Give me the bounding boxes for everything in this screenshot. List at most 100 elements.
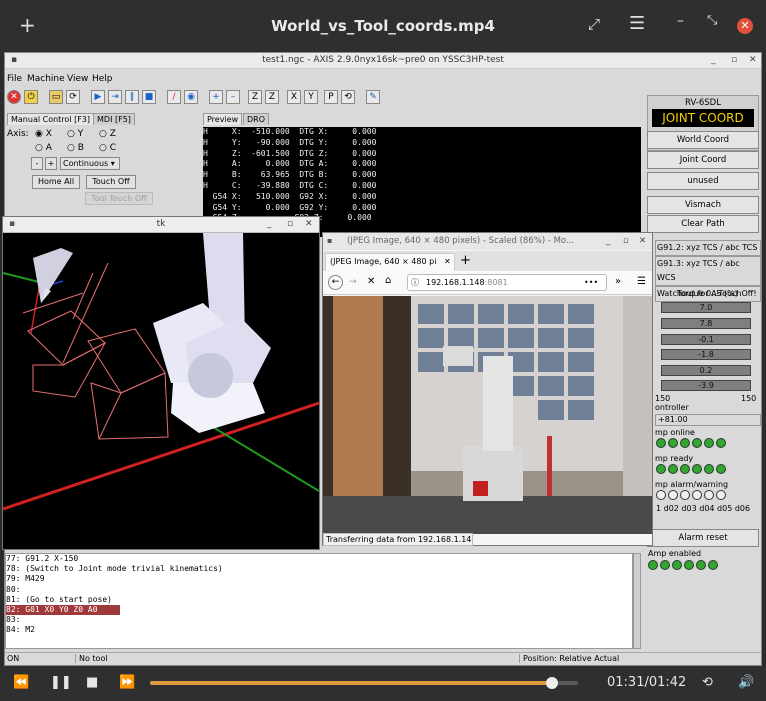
stop-icon[interactable]: ■ [142, 90, 156, 104]
restore-icon[interactable]: ⤡ [707, 13, 717, 28]
joint-coord-button[interactable]: Joint Coord [647, 151, 759, 169]
ff-window-menu-icon[interactable]: ▪ [327, 236, 332, 245]
loop-icon[interactable]: ⟲ [702, 675, 713, 690]
menu-help[interactable]: Help [92, 74, 113, 84]
menu-icon[interactable]: ☰ [629, 13, 645, 34]
rotate-view-icon[interactable]: ⟲ [341, 90, 355, 104]
page-actions-icon[interactable]: ••• [584, 275, 598, 290]
gcode-line[interactable]: 77: G91.2 X-150 [6, 554, 632, 564]
home-icon[interactable]: ⌂ [385, 275, 391, 286]
clear-plot-icon[interactable]: ✎ [366, 90, 380, 104]
stop-loading-icon[interactable]: ✕ [367, 276, 375, 287]
tab-preview[interactable]: Preview [203, 113, 243, 125]
view-z2-icon[interactable]: Z [265, 90, 279, 104]
tk-maximize-icon[interactable]: ▫ [287, 219, 293, 229]
view-p-icon[interactable]: P [324, 90, 338, 104]
gcode-line-active[interactable]: 82: G01 X0 Y0 Z0 A0 [6, 604, 120, 616]
tab-close-icon[interactable]: ✕ [444, 254, 451, 270]
gcode-scrollbar[interactable] [633, 553, 641, 649]
run-icon[interactable]: ▶ [91, 90, 105, 104]
gcode-line[interactable]: 83: [6, 615, 632, 625]
estop-icon[interactable]: ✕ [7, 90, 21, 104]
minimize-icon[interactable]: – [677, 13, 684, 29]
fast-forward-icon[interactable]: ⏩ [119, 675, 135, 690]
open-file-icon[interactable]: ▭ [49, 90, 63, 104]
zoom-in-icon[interactable]: + [209, 90, 223, 104]
axis-minimize-icon[interactable]: _ [711, 55, 716, 65]
jog-mode-select[interactable]: Continuous ▾ [60, 157, 120, 170]
axis-radio-b-label: B [77, 143, 84, 153]
tk-minimize-icon[interactable]: _ [267, 219, 272, 229]
step-icon[interactable]: ⇥ [108, 90, 122, 104]
reload-icon[interactable]: ⟳ [66, 90, 80, 104]
ff-minimize-icon[interactable]: _ [606, 236, 610, 246]
time-display: 01:31/01:42 [607, 675, 687, 690]
gcode-line[interactable]: 78: (Switch to Joint mode trivial kinema… [6, 564, 632, 574]
url-bar[interactable]: ⓘ 192.168.1.148:8081 ••• [407, 274, 607, 291]
gcode-listing[interactable]: 77: G91.2 X-150 78: (Switch to Joint mode… [5, 553, 633, 649]
view-x-icon[interactable]: X [287, 90, 301, 104]
amp-online-leds [656, 438, 728, 451]
tab-manual-control[interactable]: Manual Control [F3] [7, 113, 95, 125]
dro-line: H Y: -90.000 DTG Y: 0.000 [203, 137, 377, 147]
zoom-out-icon[interactable]: – [226, 90, 240, 104]
view-z-icon[interactable]: Z [248, 90, 262, 104]
jog-plus-button[interactable]: + [45, 157, 57, 170]
pause-icon[interactable]: ‖ [125, 90, 139, 104]
ff-close-icon[interactable]: ✕ [639, 236, 646, 246]
tool-touch-off-button[interactable]: Tool Touch Off [85, 192, 153, 205]
optional-stop-icon[interactable]: ◉ [184, 90, 198, 104]
led [680, 490, 690, 500]
progress-knob[interactable] [546, 677, 558, 689]
volume-icon[interactable]: 🔊 [738, 675, 754, 690]
ff-maximize-icon[interactable]: ▫ [623, 236, 629, 246]
forward-icon[interactable]: → [349, 277, 357, 287]
alarm-reset-button[interactable]: Alarm reset [647, 529, 759, 547]
menu-machine[interactable]: Machine [27, 74, 65, 84]
gcode-line[interactable]: 80: [6, 585, 632, 595]
tk-close-icon[interactable]: ✕ [305, 219, 313, 229]
back-icon[interactable]: ← [328, 275, 343, 290]
gcode-line[interactable]: 81: (Go to start pose) [6, 595, 632, 605]
firefox-tab[interactable]: (JPEG Image, 640 × 480 pi ✕ [325, 253, 455, 271]
vismach-button[interactable]: Vismach [647, 196, 759, 214]
axis-radio-y[interactable]: ○ Y [67, 129, 83, 139]
touch-off-button[interactable]: Touch Off [86, 175, 136, 189]
ff-menu-icon[interactable]: ☰ [637, 276, 646, 287]
axis-radio-x[interactable]: ◉ X [35, 129, 52, 139]
home-all-button[interactable]: Home All [32, 175, 80, 189]
axis-maximize-icon[interactable]: ▫ [731, 55, 737, 65]
menu-view[interactable]: View [67, 74, 88, 84]
block-delete-icon[interactable]: / [167, 90, 181, 104]
axis-radio-a[interactable]: ○ A [35, 143, 52, 153]
fullscreen-icon[interactable]: ⤢ [588, 15, 600, 33]
pause-icon[interactable]: ❚❚ [50, 675, 72, 690]
axis-radio-b[interactable]: ○ B [67, 143, 84, 153]
menu-file[interactable]: File [7, 74, 22, 84]
url-host: 192.168.1.148 [426, 278, 485, 287]
vismach-3d-view[interactable] [3, 233, 319, 549]
power-icon[interactable]: ⏻ [24, 90, 38, 104]
world-coord-button[interactable]: World Coord [647, 131, 759, 149]
led [668, 490, 678, 500]
gcode-line[interactable]: 79: M429 [6, 574, 632, 584]
clear-path-button[interactable]: Clear Path [647, 215, 759, 233]
info-icon[interactable]: ⓘ [411, 275, 419, 290]
progress-track[interactable] [150, 677, 578, 689]
stop-icon[interactable]: ■ [86, 675, 98, 690]
unused-button[interactable]: unused [647, 172, 759, 190]
gcode-line[interactable]: 84: M2 [6, 625, 632, 635]
tab-mdi[interactable]: MDI [F5] [93, 113, 135, 125]
axis-radio-c[interactable]: ○ C [99, 143, 116, 153]
new-tab-icon[interactable]: + [460, 253, 471, 268]
jog-minus-button[interactable]: - [31, 157, 43, 170]
axis-close-icon[interactable]: ✕ [749, 55, 757, 65]
player-title: World_vs_Tool_coords.mp4 [271, 17, 495, 35]
axis-window-title: test1.ngc - AXIS 2.9.0nyx16sk~pre0 on YS… [262, 55, 504, 65]
overflow-icon[interactable]: » [615, 276, 621, 287]
tab-dro[interactable]: DRO [243, 113, 270, 125]
close-icon[interactable]: ✕ [737, 18, 753, 34]
axis-radio-z[interactable]: ○ Z [99, 129, 116, 139]
view-y-icon[interactable]: Y [304, 90, 318, 104]
rewind-icon[interactable]: ⏪ [13, 675, 29, 690]
